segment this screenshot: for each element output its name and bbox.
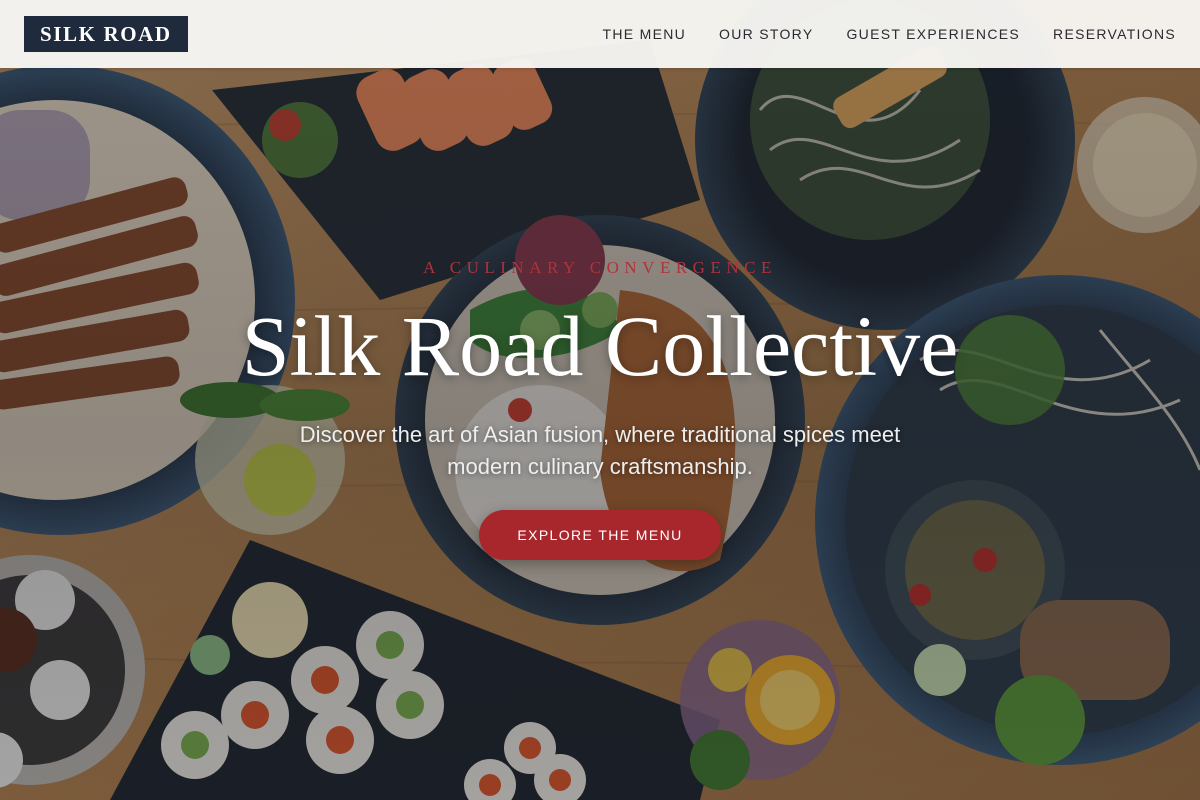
site-header: SILK ROAD THE MENU OUR STORY GUEST EXPER… bbox=[0, 0, 1200, 68]
hero-subtitle: Discover the art of Asian fusion, where … bbox=[299, 422, 901, 479]
page: SILK ROAD THE MENU OUR STORY GUEST EXPER… bbox=[0, 0, 1200, 800]
nav-link-our-story[interactable]: OUR STORY bbox=[719, 26, 813, 42]
main-nav: THE MENU OUR STORY GUEST EXPERIENCES RES… bbox=[603, 26, 1176, 42]
nav-link-guest-experiences[interactable]: GUEST EXPERIENCES bbox=[846, 26, 1020, 42]
explore-menu-button[interactable]: EXPLORE THE MENU bbox=[479, 510, 721, 560]
hero-section: A CULINARY CONVERGENCE Silk Road Collect… bbox=[0, 0, 1200, 800]
nav-link-the-menu[interactable]: THE MENU bbox=[603, 26, 687, 42]
site-logo[interactable]: SILK ROAD bbox=[24, 16, 188, 52]
hero-eyebrow: A CULINARY CONVERGENCE bbox=[423, 258, 777, 277]
nav-link-reservations[interactable]: RESERVATIONS bbox=[1053, 26, 1176, 42]
hero-title: Silk Road Collective bbox=[241, 298, 959, 394]
